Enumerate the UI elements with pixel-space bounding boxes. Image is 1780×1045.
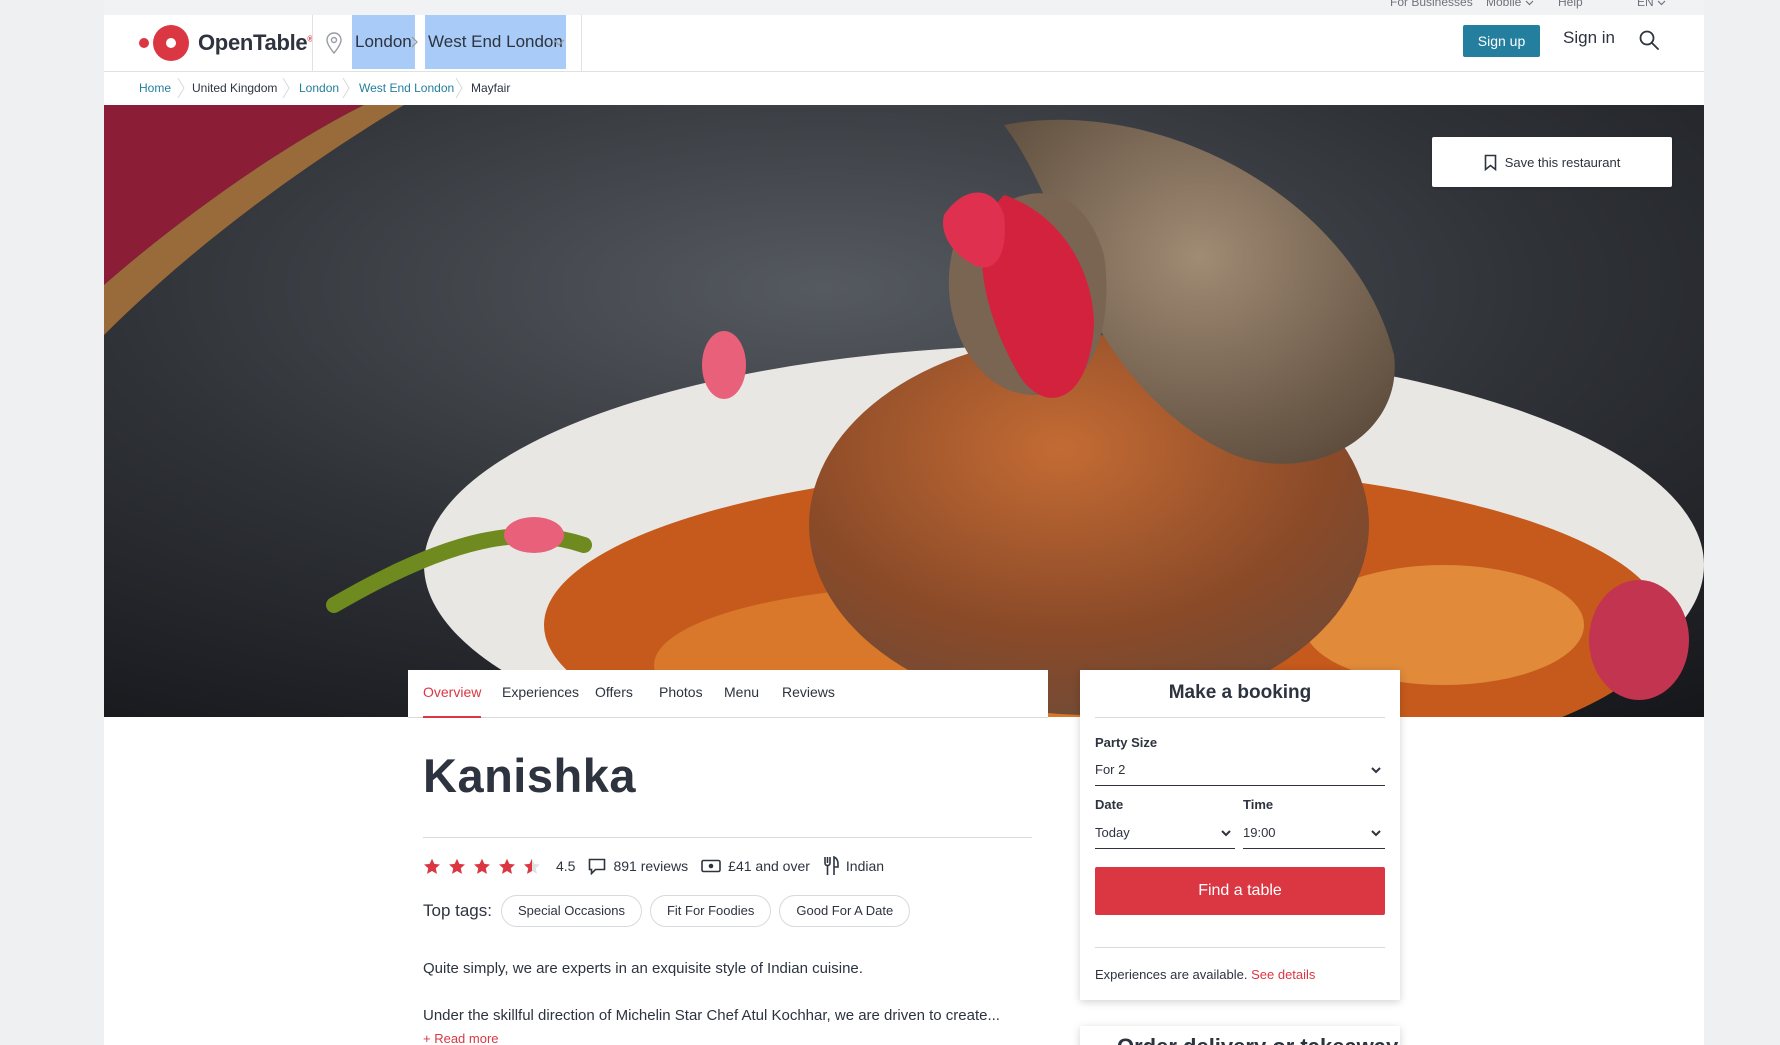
location-area-link[interactable]: West End London: [425, 15, 566, 69]
chevron-down-icon: [1657, 0, 1666, 6]
find-a-table-button[interactable]: Find a table: [1095, 867, 1385, 915]
restaurant-name: Kanishka: [423, 749, 636, 802]
reviews-count[interactable]: 891 reviews: [588, 858, 688, 875]
bookmark-icon: [1484, 154, 1496, 171]
restaurant-meta: 4.5 891 reviews £41 and over Indian: [423, 855, 897, 877]
see-details-link[interactable]: See details: [1251, 967, 1315, 982]
restaurant-tabs: Overview Experiences Offers Photos Menu …: [408, 670, 1048, 718]
cuisine: Indian: [823, 856, 884, 876]
header-divider: [312, 15, 313, 72]
location-pin-icon: [326, 32, 342, 54]
title-divider: [423, 837, 1032, 838]
save-restaurant-label: Save this restaurant: [1504, 154, 1621, 170]
opentable-logo[interactable]: OpenTable®: [139, 25, 313, 61]
hero-image: Save this restaurant: [104, 105, 1704, 717]
date-label: Date: [1095, 797, 1124, 812]
header-divider: [581, 15, 582, 72]
description-intro: Quite simply, we are experts in an exqui…: [423, 960, 863, 977]
half-star-icon: [524, 858, 540, 874]
star-icon: [424, 858, 440, 874]
logo-dot-icon: [139, 38, 149, 48]
party-size-label: Party Size: [1095, 735, 1158, 750]
tag-good-for-a-date[interactable]: Good For A Date: [779, 894, 911, 927]
experiences-text: Experiences are available.: [1095, 967, 1248, 982]
cuisine-label: Indian: [845, 858, 885, 874]
utility-bar: For Businesses Mobile Help EN: [104, 0, 1704, 15]
booking-title: Make a booking: [1168, 682, 1312, 703]
tag-fit-for-foodies[interactable]: Fit For Foodies: [649, 894, 772, 927]
party-size-value: For 2: [1095, 762, 1126, 777]
star-icon: [474, 858, 490, 874]
chevron-down-icon[interactable]: [553, 39, 565, 46]
breadcrumb-separator-icon: [177, 78, 185, 98]
rating-summary[interactable]: 4.5: [423, 858, 575, 875]
breadcrumb-home[interactable]: Home: [139, 80, 171, 96]
page: For Businesses Mobile Help EN OpenTable®…: [104, 0, 1704, 1045]
breadcrumb: Home United Kingdom London West End Lond…: [104, 72, 1704, 105]
delivery-card-title: Order delivery or takeaway: [1117, 1034, 1398, 1045]
mobile-label: Mobile: [1486, 0, 1522, 9]
brand-text: OpenTable: [198, 30, 308, 55]
brand-name: OpenTable®: [198, 30, 313, 56]
booking-divider: [1095, 947, 1385, 948]
tab-offers[interactable]: Offers: [595, 684, 633, 718]
party-size-select[interactable]: For 2: [1095, 758, 1385, 786]
language-label: EN: [1637, 0, 1654, 9]
search-icon[interactable]: [1638, 29, 1660, 51]
breadcrumb-neighborhood: Mayfair: [471, 81, 511, 95]
tab-reviews[interactable]: Reviews: [782, 684, 835, 718]
star-icon: [449, 858, 465, 874]
location-city-link[interactable]: London: [352, 15, 415, 69]
star-rating: [423, 858, 548, 875]
price-range-label: £41 and over: [728, 858, 810, 874]
chevron-right-icon: [411, 36, 418, 48]
mobile-menu[interactable]: Mobile: [1486, 0, 1534, 9]
date-value: Today: [1095, 825, 1130, 840]
top-tags: Top tags: Special Occasions Fit For Food…: [423, 894, 918, 927]
language-menu[interactable]: EN: [1637, 0, 1666, 9]
fork-knife-icon: [824, 856, 839, 875]
time-select[interactable]: 19:00: [1243, 821, 1385, 849]
chevron-down-icon: [1371, 767, 1381, 774]
delivery-card: Order delivery or takeaway: [1080, 1026, 1400, 1045]
banknote-icon: [701, 859, 721, 873]
chevron-down-icon: [1525, 0, 1534, 6]
chevron-down-icon: [1221, 830, 1231, 837]
read-more-link[interactable]: + Read more: [423, 1031, 499, 1045]
top-tags-label: Top tags:: [423, 900, 492, 920]
experiences-notice: Experiences are available. See details: [1095, 967, 1315, 982]
booking-widget: Make a booking Party Size For 2 Date Tod…: [1080, 670, 1400, 1000]
breadcrumb-separator-icon: [455, 78, 463, 98]
date-select[interactable]: Today: [1095, 821, 1235, 849]
tag-special-occasions[interactable]: Special Occasions: [501, 894, 642, 927]
description-excerpt: Under the skillful direction of Michelin…: [423, 1007, 1000, 1024]
tab-photos[interactable]: Photos: [659, 684, 703, 718]
food-photo: [104, 105, 1704, 717]
tab-overview[interactable]: Overview: [423, 684, 482, 718]
tab-experiences[interactable]: Experiences: [502, 684, 579, 718]
star-icon: [499, 858, 515, 874]
speech-bubble-icon: [589, 858, 606, 875]
logo-ring-icon: [153, 25, 189, 61]
time-value: 19:00: [1243, 825, 1276, 840]
breadcrumb-country: United Kingdom: [192, 81, 278, 95]
help-link[interactable]: Help: [1558, 0, 1583, 9]
breadcrumb-city[interactable]: London: [299, 80, 339, 96]
time-label: Time: [1243, 797, 1274, 812]
site-header: OpenTable® London West End London Sign u…: [104, 15, 1704, 72]
for-businesses-link[interactable]: For Businesses: [1390, 0, 1473, 9]
save-restaurant-button[interactable]: Save this restaurant: [1432, 137, 1672, 187]
breadcrumb-area[interactable]: West End London: [359, 80, 454, 96]
booking-divider: [1095, 717, 1385, 718]
tab-menu[interactable]: Menu: [724, 684, 759, 718]
price-range: £41 and over: [701, 858, 810, 874]
sign-in-link[interactable]: Sign in: [1563, 28, 1615, 48]
rating-value: 4.5: [556, 858, 576, 874]
sign-up-button[interactable]: Sign up: [1463, 25, 1540, 57]
reviews-count-label: 891 reviews: [613, 858, 689, 874]
breadcrumb-separator-icon: [342, 78, 350, 98]
chevron-down-icon: [1371, 830, 1381, 837]
breadcrumb-separator-icon: [282, 78, 290, 98]
